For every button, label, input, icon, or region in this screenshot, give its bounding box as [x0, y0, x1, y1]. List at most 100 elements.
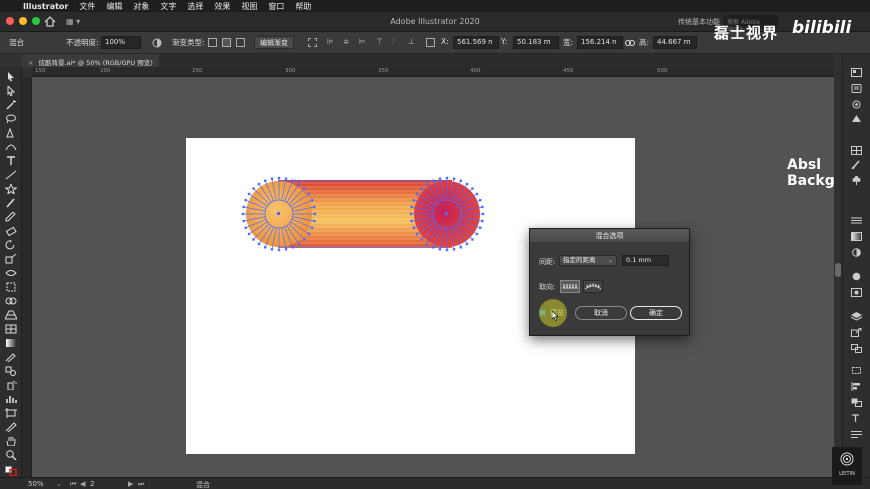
first-artboard-icon[interactable]: ⏮ — [70, 480, 76, 489]
gradient-panel-icon[interactable] — [851, 232, 862, 241]
scrollbar-thumb[interactable] — [835, 263, 841, 277]
menu-file[interactable]: 文件 — [79, 1, 95, 12]
horizontal-ruler[interactable]: 150 200 250 300 350 400 450 500 — [32, 67, 834, 77]
align-to-page-button[interactable] — [560, 280, 580, 293]
transparency-panel-icon[interactable] — [851, 248, 862, 257]
align-panel-icon[interactable] — [851, 382, 862, 391]
paintbrush-tool-icon[interactable] — [5, 198, 17, 208]
pen-tool-icon[interactable] — [5, 127, 17, 138]
linear-gradient-icon[interactable] — [208, 38, 217, 47]
opacity-field[interactable]: 100% — [101, 36, 141, 49]
align-top-icon[interactable]: ⊤ — [376, 37, 383, 46]
edit-gradient-button[interactable]: 编辑渐变 — [254, 36, 294, 49]
color-guide-panel-icon[interactable] — [851, 100, 862, 109]
menu-effect[interactable]: 效果 — [214, 1, 230, 12]
document-tab[interactable]: × 炫酷背景.ai* @ 50% (RGB/GPU 预览) — [22, 54, 159, 67]
slice-tool-icon[interactable] — [5, 422, 17, 433]
star-tool-icon[interactable] — [3, 182, 19, 196]
align-to-path-button[interactable] — [583, 280, 603, 293]
align-middle-icon[interactable]: ⫶ — [392, 37, 394, 47]
next-artboard-icon[interactable]: ▶ — [128, 480, 133, 488]
stroke-panel-icon[interactable] — [851, 216, 862, 225]
hand-tool-icon[interactable] — [5, 436, 17, 447]
blend-tool-icon[interactable] — [5, 366, 17, 376]
magic-wand-icon[interactable] — [5, 100, 17, 110]
opacity-label: 不透明度: — [66, 38, 99, 47]
cancel-button[interactable]: 取消 — [575, 306, 627, 320]
eyedropper-tool-icon[interactable] — [5, 352, 17, 363]
color-panel-icon[interactable] — [851, 114, 862, 123]
perspective-grid-tool-icon[interactable] — [4, 310, 18, 320]
symbols-panel-icon[interactable] — [851, 176, 862, 185]
link-proportions-icon[interactable] — [625, 39, 635, 47]
align-bottom-icon[interactable]: ⊥ — [408, 37, 415, 46]
menu-app-name[interactable]: Illustrator — [23, 2, 68, 11]
zoom-level-field[interactable]: 50% — [28, 480, 44, 488]
pathfinder-panel-icon[interactable] — [851, 398, 862, 407]
menu-edit[interactable]: 编辑 — [106, 1, 122, 12]
recolor-icon[interactable] — [152, 38, 162, 48]
line-tool-icon[interactable] — [5, 170, 17, 180]
character-panel-icon[interactable] — [851, 414, 862, 423]
radial-gradient-icon[interactable] — [222, 38, 231, 47]
menu-help[interactable]: 帮助 — [295, 1, 311, 12]
column-graph-tool-icon[interactable] — [5, 394, 17, 404]
asset-export-panel-icon[interactable] — [851, 327, 862, 337]
shape-builder-tool-icon[interactable] — [5, 296, 17, 306]
spacing-mode-select[interactable]: 指定的距离 ⌄ — [559, 255, 617, 266]
mesh-tool-icon[interactable] — [5, 324, 17, 334]
pencil-tool-icon[interactable] — [5, 211, 17, 222]
canvas-area[interactable] — [32, 77, 834, 477]
vertical-ruler[interactable] — [22, 77, 32, 477]
last-artboard-icon[interactable]: ⏭ — [138, 480, 144, 489]
artboard-tool-icon[interactable] — [5, 408, 17, 418]
artboard-number-field[interactable]: 2 — [90, 480, 94, 488]
menu-select[interactable]: 选择 — [187, 1, 203, 12]
graphic-styles-panel-icon[interactable] — [851, 288, 862, 297]
lasso-tool-icon[interactable] — [5, 114, 17, 124]
ok-button[interactable]: 确定 — [630, 306, 682, 320]
freeform-gradient-icon[interactable] — [236, 38, 245, 47]
type-tool-icon[interactable] — [5, 156, 17, 166]
rotate-tool-icon[interactable] — [5, 240, 17, 250]
x-position-field[interactable]: 561.569 n — [453, 36, 499, 49]
appearance-panel-icon[interactable] — [851, 272, 862, 281]
free-transform-tool-icon[interactable] — [5, 282, 17, 292]
gradient-tool-icon[interactable] — [5, 338, 17, 348]
fill-stroke-swatch-icon[interactable] — [5, 466, 17, 477]
properties-panel-icon[interactable] — [851, 68, 862, 77]
transform-panel-icon[interactable] — [851, 366, 862, 375]
scale-tool-icon[interactable] — [5, 253, 17, 264]
transform-reference-icon[interactable] — [308, 38, 317, 47]
reference-point-icon[interactable] — [426, 38, 435, 47]
menu-window[interactable]: 窗口 — [268, 1, 284, 12]
zoom-dropdown-icon[interactable]: ⌄ — [56, 480, 62, 488]
paragraph-panel-icon[interactable] — [851, 430, 862, 439]
vertical-scrollbar[interactable] — [834, 67, 842, 477]
swatches-panel-icon[interactable] — [851, 146, 862, 155]
width-field[interactable]: 156.214 n — [577, 36, 623, 49]
align-center-icon[interactable]: ≑ — [343, 37, 349, 46]
layers-panel-icon[interactable] — [850, 312, 863, 321]
spacing-distance-input[interactable]: 0.1 mm — [622, 255, 669, 266]
symbol-sprayer-tool-icon[interactable] — [5, 380, 17, 391]
align-left-icon[interactable]: ⊫ — [327, 37, 334, 46]
close-tab-icon[interactable]: × — [28, 59, 33, 67]
width-tool-icon[interactable] — [5, 268, 17, 278]
menu-view[interactable]: 视图 — [241, 1, 257, 12]
curvature-tool-icon[interactable] — [5, 142, 17, 152]
selection-tool-icon[interactable] — [5, 72, 17, 82]
menu-object[interactable]: 对象 — [133, 1, 149, 12]
brushes-panel-icon[interactable] — [851, 160, 862, 170]
align-right-icon[interactable]: ⊨ — [359, 37, 366, 46]
libraries-panel-icon[interactable] — [851, 84, 862, 93]
previous-artboard-icon[interactable]: ◀ — [80, 480, 85, 488]
height-field[interactable]: 44.667 m — [653, 36, 697, 49]
direct-selection-tool-icon[interactable] — [5, 84, 17, 97]
watermark-spiral-icon — [840, 452, 854, 466]
menu-type[interactable]: 文字 — [160, 1, 176, 12]
zoom-tool-icon[interactable] — [5, 450, 17, 461]
eraser-tool-icon[interactable] — [5, 226, 17, 237]
y-position-field[interactable]: 50.183 m — [513, 36, 559, 49]
artboards-panel-icon[interactable] — [851, 344, 862, 353]
